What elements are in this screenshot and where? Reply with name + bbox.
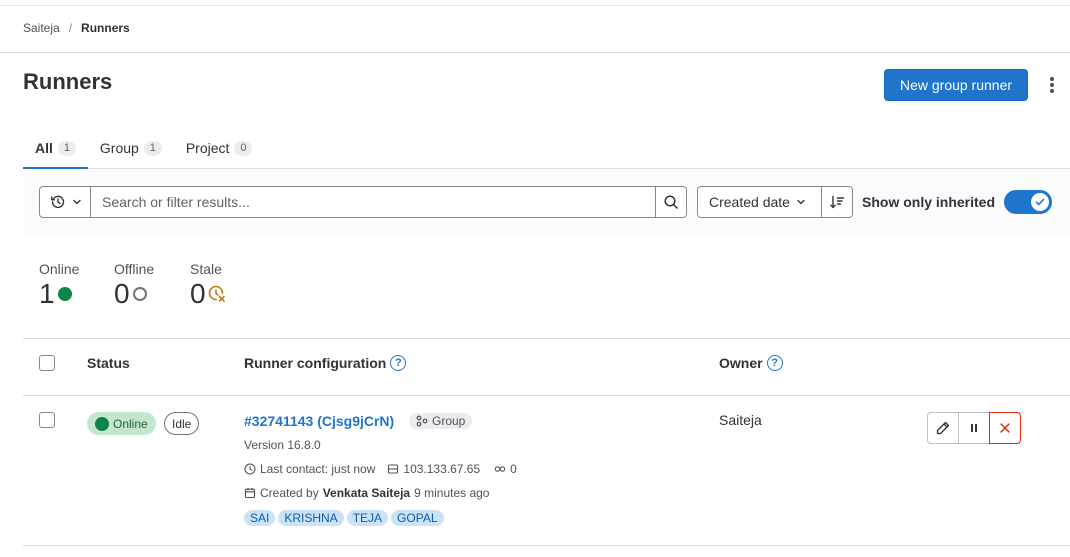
sort-direction-button[interactable] <box>821 186 853 218</box>
history-icon <box>50 195 64 209</box>
runner-type-tabs: All 1 Group 1 Project 0 <box>23 128 1070 169</box>
tab-project-count: 0 <box>234 140 253 156</box>
tag-badge: GOPAL <box>391 510 444 526</box>
column-header-configuration-label: Runner configuration <box>244 355 387 371</box>
top-divider <box>0 5 1070 6</box>
stat-offline-label: Offline <box>114 261 155 277</box>
table-bottom-divider <box>23 545 1070 546</box>
sort-lowest-icon <box>830 195 845 209</box>
column-header-owner-label: Owner <box>719 355 763 371</box>
stat-online: Online 1 <box>39 261 79 310</box>
table-header-divider <box>23 395 1070 396</box>
clock-icon <box>244 463 256 475</box>
pause-icon <box>971 424 977 432</box>
search-icon <box>664 195 678 209</box>
tab-group-count: 1 <box>143 140 162 156</box>
runner-version-text: Version 16.8.0 <box>244 438 321 452</box>
stat-online-value: 1 <box>39 278 55 309</box>
tab-group-label: Group <box>99 140 139 156</box>
page-title: Runners <box>23 69 113 94</box>
last-contact-text: Last contact: just now <box>260 462 376 476</box>
status-badge-online: Online <box>87 412 156 435</box>
search-input[interactable] <box>90 186 656 218</box>
tab-all-count: 1 <box>57 140 76 156</box>
runner-tags: SAI KRISHNA TEJA GOPAL <box>244 510 444 526</box>
stat-stale-value: 0 <box>190 278 206 309</box>
breadcrumb-current[interactable]: Runners <box>81 21 130 35</box>
tab-all-label: All <box>35 140 53 156</box>
close-icon <box>1000 423 1010 433</box>
runner-version: Version 16.8.0 <box>244 438 321 452</box>
offline-status-icon <box>132 287 147 301</box>
state-badge-idle: Idle <box>164 412 200 435</box>
chevron-down-icon <box>797 199 805 205</box>
column-header-status: Status <box>87 355 130 371</box>
calendar-icon <box>244 488 256 499</box>
question-icon[interactable]: ? <box>390 355 407 371</box>
show-inherited-toggle[interactable] <box>1004 190 1052 214</box>
sort-field-label: Created date <box>709 194 790 210</box>
new-group-runner-button[interactable]: New group runner <box>884 69 1028 101</box>
chevron-down-icon <box>72 199 81 205</box>
table-top-divider <box>23 338 1070 339</box>
online-dot-icon <box>95 416 109 431</box>
select-all-checkbox[interactable] <box>39 355 55 371</box>
toggle-knob <box>1031 193 1049 211</box>
status-badge-label: Online <box>113 416 148 431</box>
runner-type-badge: Group <box>409 413 473 429</box>
tag-badge: SAI <box>244 510 276 526</box>
runner-id-link[interactable]: #32741143 (Cjsg9jCrN) <box>244 413 394 429</box>
runner-actions <box>927 412 1021 444</box>
header-divider <box>0 52 1070 53</box>
group-icon <box>416 415 428 427</box>
pipeline-icon <box>494 466 506 472</box>
runner-type-label: Group <box>432 414 466 428</box>
show-inherited-label: Show only inherited <box>862 194 996 210</box>
breadcrumb: Saiteja / Runners <box>23 21 130 35</box>
tag-badge: TEJA <box>346 510 389 526</box>
created-ago: 9 minutes ago <box>414 486 490 500</box>
stat-online-label: Online <box>39 261 80 277</box>
column-header-configuration: Runner configuration ? <box>244 355 407 371</box>
runner-created-line: Created by Venkata Saiteja 9 minutes ago <box>244 486 489 500</box>
created-prefix: Created by <box>260 486 319 500</box>
tab-group[interactable]: Group 1 <box>88 128 174 168</box>
delete-runner-button[interactable] <box>989 412 1021 444</box>
stat-offline-value: 0 <box>114 278 130 309</box>
recent-searches-button[interactable] <box>39 186 91 218</box>
row-select-checkbox[interactable] <box>39 412 55 428</box>
tab-project[interactable]: Project 0 <box>174 128 265 168</box>
breadcrumb-group-link[interactable]: Saiteja <box>23 21 60 35</box>
filter-bar: Created date Show only inherited <box>23 170 1070 234</box>
created-by-user[interactable]: Venkata Saiteja <box>323 486 410 500</box>
edit-runner-button[interactable] <box>927 412 959 444</box>
question-icon[interactable]: ? <box>766 355 783 371</box>
stat-stale-label: Stale <box>190 261 222 277</box>
pause-runner-button[interactable] <box>958 412 990 444</box>
tag-badge: KRISHNA <box>278 510 344 526</box>
tab-project-label: Project <box>185 140 230 156</box>
stat-stale: Stale 0 <box>190 261 226 310</box>
job-count-text: 0 <box>510 462 517 476</box>
tab-all[interactable]: All 1 <box>23 128 88 169</box>
more-actions-icon[interactable] <box>1043 75 1061 95</box>
online-status-icon <box>57 287 72 301</box>
check-icon <box>1035 198 1045 206</box>
pencil-icon <box>936 421 950 435</box>
stat-offline: Offline 0 <box>114 261 154 310</box>
runner-contact-line: Last contact: just now 103.133.67.65 0 <box>244 462 517 476</box>
server-icon <box>388 464 399 474</box>
sort-field-dropdown[interactable]: Created date <box>697 186 822 218</box>
ip-address-text: 103.133.67.65 <box>403 462 481 476</box>
breadcrumb-separator: / <box>68 21 73 35</box>
runner-owner-link[interactable]: Saiteja <box>719 412 762 428</box>
column-header-owner: Owner ? <box>719 355 783 371</box>
search-button[interactable] <box>655 186 687 218</box>
column-header-status-label: Status <box>87 355 130 371</box>
stale-clock-icon <box>208 285 225 302</box>
